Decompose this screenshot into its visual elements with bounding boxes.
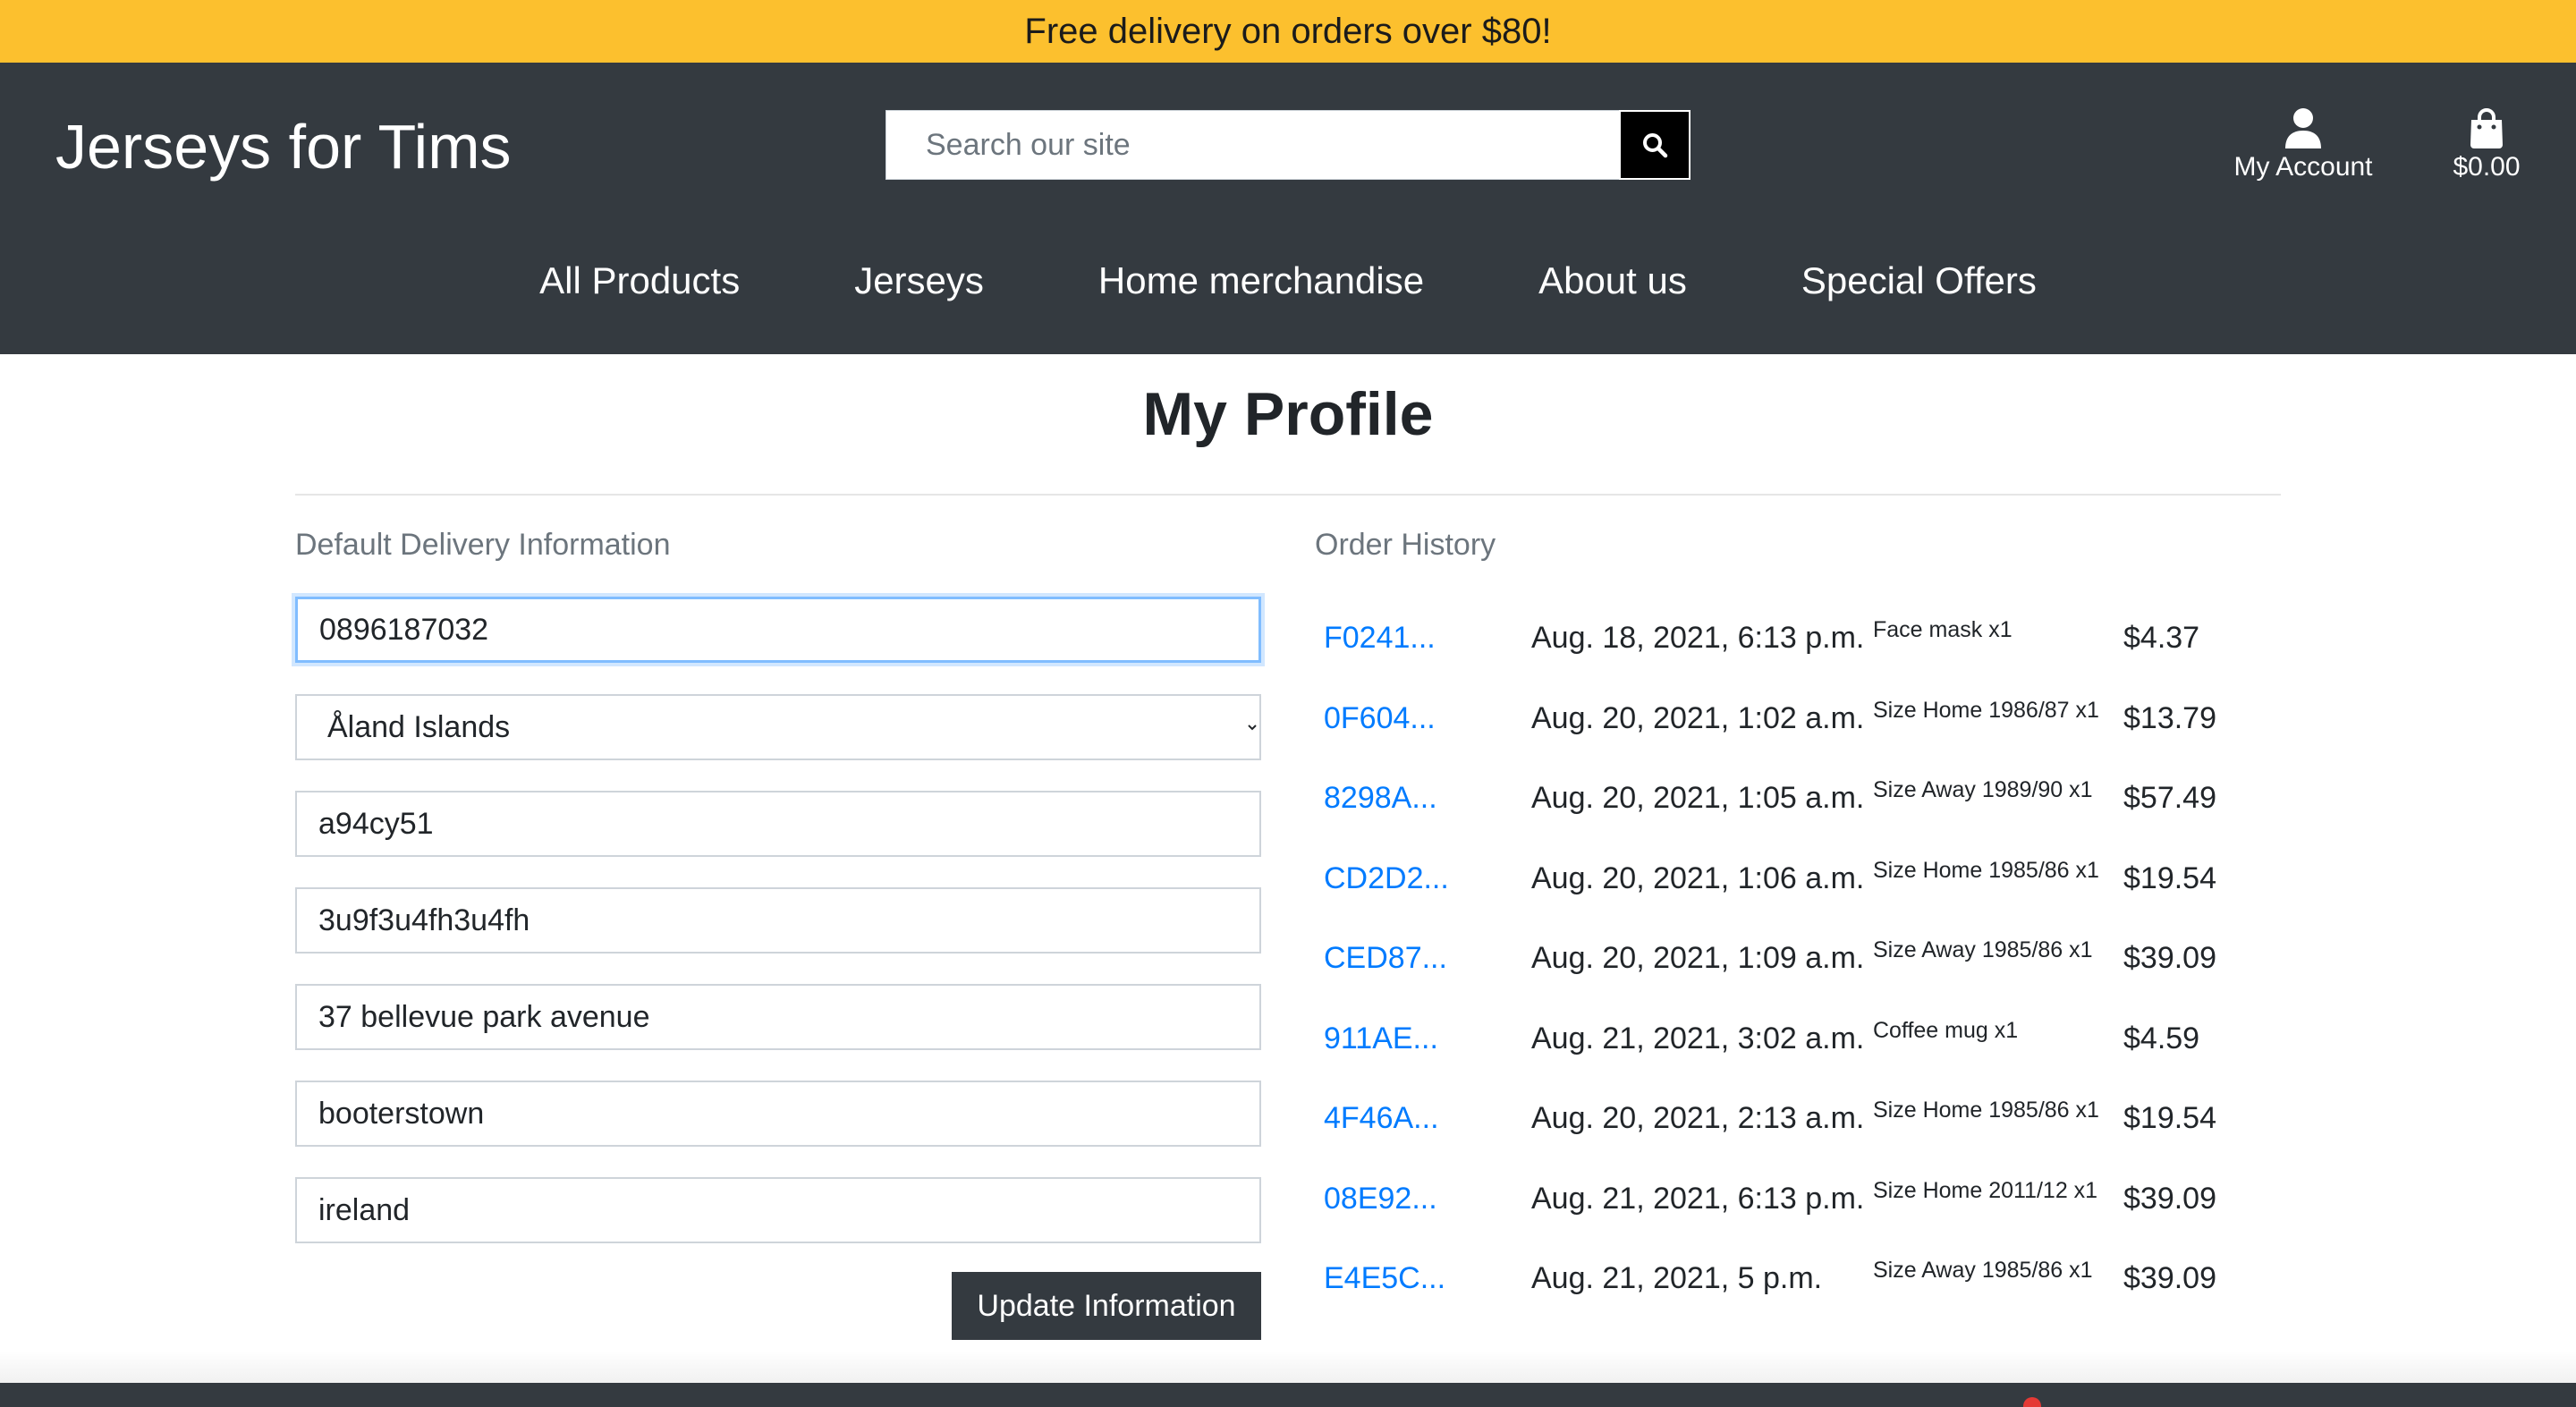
order-items: Size Away 1989/90 x1 [1873, 777, 2093, 802]
order-date: Aug. 20, 2021, 1:06 a.m. [1531, 860, 1865, 895]
order-items: Coffee mug x1 [1873, 1017, 2019, 1043]
street-address-field[interactable] [295, 984, 1261, 1050]
order-number-link[interactable]: CD2D2... [1324, 861, 1449, 896]
order-items: Size Home 1985/86 x1 [1873, 857, 2099, 883]
footer-shadow [0, 1351, 2576, 1383]
order-row: 0F604... Aug. 20, 2021, 1:02 a.m. Size H… [1315, 678, 2299, 759]
my-account-link[interactable]: My Account [2227, 106, 2379, 182]
order-total: $57.49 [2123, 781, 2216, 815]
order-total: $13.79 [2123, 700, 2216, 735]
order-date: Aug. 20, 2021, 1:05 a.m. [1531, 781, 1865, 815]
order-total: $39.09 [2123, 1181, 2216, 1216]
order-number-link[interactable]: 4F46A... [1324, 1101, 1439, 1136]
order-total: $19.54 [2123, 1101, 2216, 1135]
order-row: 911AE... Aug. 21, 2021, 3:02 a.m. Coffee… [1315, 998, 2299, 1079]
order-date: Aug. 20, 2021, 2:13 a.m. [1531, 1101, 1865, 1135]
order-number-link[interactable]: CED87... [1324, 941, 1447, 976]
order-items: Size Home 1986/87 x1 [1873, 697, 2099, 723]
order-number-link[interactable]: 0F604... [1324, 701, 1436, 736]
shopping-bag-icon [2470, 108, 2503, 148]
order-total: $4.59 [2123, 1021, 2200, 1055]
order-number-link[interactable]: F0241... [1324, 621, 1436, 656]
shopping-bag-link[interactable]: $0.00 [2433, 106, 2540, 182]
order-row: E4E5C... Aug. 21, 2021, 5 p.m. Size Away… [1315, 1238, 2299, 1318]
order-items: Size Home 2011/12 x1 [1873, 1177, 2098, 1203]
order-total: $19.54 [2123, 860, 2216, 895]
order-total: $39.09 [2123, 1261, 2216, 1295]
order-items: Size Home 1985/86 x1 [1873, 1098, 2099, 1123]
nav-jerseys[interactable]: Jerseys [854, 259, 984, 302]
order-number-link[interactable]: 911AE... [1324, 1021, 1438, 1056]
search-input[interactable] [886, 110, 1619, 180]
nav-home-merchandise[interactable]: Home merchandise [1098, 259, 1424, 302]
order-row: 08E92... Aug. 21, 2021, 6:13 p.m. Size H… [1315, 1158, 2299, 1239]
search-button[interactable] [1619, 110, 1690, 180]
order-date: Aug. 21, 2021, 3:02 a.m. [1531, 1021, 1865, 1055]
town-field[interactable] [295, 887, 1261, 954]
order-date: Aug. 20, 2021, 1:02 a.m. [1531, 700, 1865, 735]
nav-about-us[interactable]: About us [1538, 259, 1687, 302]
order-total: $39.09 [2123, 941, 2216, 975]
county-field[interactable] [295, 1177, 1261, 1243]
postcode-field[interactable] [295, 791, 1261, 857]
order-row: 4F46A... Aug. 20, 2021, 2:13 a.m. Size H… [1315, 1078, 2299, 1158]
delivery-section-label: Default Delivery Information [295, 528, 671, 562]
site-logo[interactable]: Jerseys for Tims [55, 111, 512, 182]
page-title: My Profile [1142, 380, 1434, 448]
order-history-table: F0241... Aug. 18, 2021, 6:13 p.m. Face m… [1315, 598, 2299, 1318]
order-number-link[interactable]: E4E5C... [1324, 1261, 1445, 1296]
promo-banner-text: Free delivery on orders over $80! [1024, 11, 1552, 51]
nav-all-products[interactable]: All Products [539, 259, 740, 302]
order-total: $4.37 [2123, 621, 2200, 655]
order-date: Aug. 21, 2021, 6:13 p.m. [1531, 1181, 1865, 1216]
site-footer [0, 1383, 2576, 1407]
order-items: Size Away 1985/86 x1 [1873, 1258, 2093, 1283]
order-row: CED87... Aug. 20, 2021, 1:09 a.m. Size A… [1315, 918, 2299, 998]
order-date: Aug. 18, 2021, 6:13 p.m. [1531, 621, 1865, 655]
order-row: 8298A... Aug. 20, 2021, 1:05 a.m. Size A… [1315, 758, 2299, 838]
promo-banner: Free delivery on orders over $80! [0, 0, 2576, 63]
phone-number-field[interactable] [295, 597, 1261, 663]
site-header: Jerseys for Tims My Account [0, 63, 2576, 354]
search-form [886, 110, 1690, 180]
search-icon [1643, 133, 1668, 158]
order-date: Aug. 21, 2021, 5 p.m. [1531, 1261, 1823, 1295]
order-number-link[interactable]: 08E92... [1324, 1182, 1437, 1216]
area-field[interactable] [295, 1081, 1261, 1147]
country-select[interactable]: Åland Islands [295, 694, 1261, 760]
user-icon [2285, 108, 2321, 148]
update-information-button[interactable]: Update Information [952, 1272, 1261, 1340]
order-date: Aug. 20, 2021, 1:09 a.m. [1531, 941, 1865, 975]
my-account-label: My Account [2233, 152, 2373, 182]
order-row: F0241... Aug. 18, 2021, 6:13 p.m. Face m… [1315, 598, 2299, 678]
order-items: Face mask x1 [1873, 617, 2012, 642]
nav-special-offers[interactable]: Special Offers [1801, 259, 2037, 302]
title-divider [295, 494, 2281, 496]
main-nav: All Products Jerseys Home merchandise Ab… [0, 259, 2576, 302]
bag-total: $0.00 [2453, 152, 2521, 182]
order-history-label: Order History [1315, 528, 1496, 562]
order-number-link[interactable]: 8298A... [1324, 781, 1437, 816]
order-items: Size Away 1985/86 x1 [1873, 937, 2093, 962]
order-row: CD2D2... Aug. 20, 2021, 1:06 a.m. Size H… [1315, 838, 2299, 919]
